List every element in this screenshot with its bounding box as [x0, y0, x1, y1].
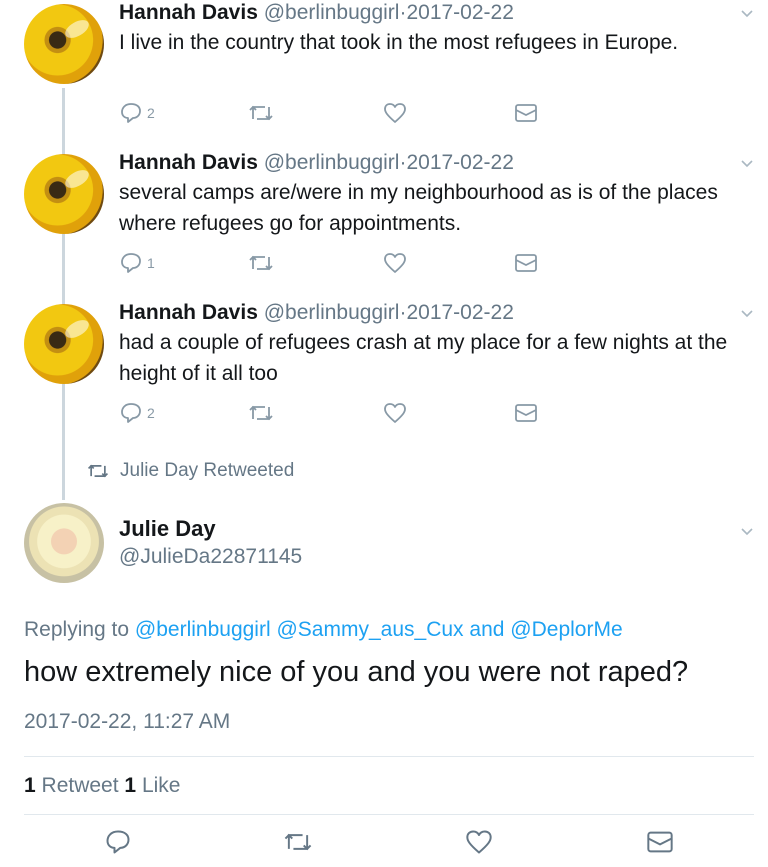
avatar[interactable] — [24, 4, 104, 84]
replying-prefix: Replying to — [24, 618, 130, 641]
retweet-button[interactable] — [247, 102, 275, 124]
chevron-down-icon[interactable] — [740, 156, 754, 170]
envelope-icon — [515, 404, 537, 422]
chevron-down-icon[interactable] — [740, 524, 754, 538]
tweet-header: Hannah Davis @berlinbuggirl·2017-02-22 — [119, 150, 514, 176]
tweet-date[interactable]: 2017-02-22 — [406, 301, 513, 324]
like-count[interactable]: 1 — [124, 774, 136, 797]
tweet-text: I live in the country that took in the m… — [119, 31, 679, 54]
retweet-icon — [249, 405, 273, 421]
avatar[interactable] — [24, 154, 104, 234]
heart-icon — [384, 103, 406, 123]
divider — [24, 756, 754, 757]
tweet-timestamp: 2017-02-22, 11:27 AM — [24, 710, 231, 733]
tweet-actions: 1 — [119, 252, 539, 276]
tweet-actions: 2 — [119, 102, 539, 126]
chevron-down-icon[interactable] — [740, 6, 754, 20]
tweet-actions: 2 — [119, 402, 539, 426]
replying-to: Replying to @berlinbuggirl @Sammy_aus_Cu… — [24, 618, 623, 642]
heart-icon — [384, 403, 406, 423]
retweeted-context[interactable]: Julie Day Retweeted — [86, 460, 294, 482]
retweet-button[interactable] — [282, 828, 314, 856]
chevron-down-icon[interactable] — [740, 306, 754, 320]
thread-tweet-3[interactable]: Hannah Davis @berlinbuggirl·2017-02-22 h… — [0, 298, 768, 438]
retweet-button[interactable] — [247, 252, 275, 274]
dm-button[interactable] — [514, 252, 538, 274]
author-handle[interactable]: @JulieDa22871145 — [119, 545, 302, 569]
reply-mention-link[interactable]: @Sammy_aus_Cux — [276, 618, 463, 641]
tweet-header: Hannah Davis @berlinbuggirl·2017-02-22 — [119, 0, 514, 26]
author-handle[interactable]: @berlinbuggirl — [264, 301, 400, 324]
tweet-date[interactable]: 2017-02-22 — [406, 151, 513, 174]
author-handle[interactable]: @berlinbuggirl — [264, 151, 400, 174]
reply-count: 1 — [147, 255, 155, 271]
heart-icon — [384, 253, 406, 273]
thread-tweet-2[interactable]: Hannah Davis @berlinbuggirl·2017-02-22 s… — [0, 148, 768, 288]
author-name[interactable]: Hannah Davis — [119, 1, 258, 24]
reply-mention-link[interactable]: @berlinbuggirl — [135, 618, 271, 641]
focused-tweet-actions — [0, 828, 768, 862]
avatar[interactable] — [24, 503, 104, 583]
author-name[interactable]: Hannah Davis — [119, 301, 258, 324]
like-button[interactable] — [383, 252, 407, 274]
retweet-icon — [249, 255, 273, 271]
engagement-counts: 1 Retweet 1 Like — [24, 774, 180, 798]
tweet-header: Hannah Davis @berlinbuggirl·2017-02-22 — [119, 300, 514, 326]
like-count-label[interactable]: Like — [142, 774, 181, 797]
reply-button[interactable]: 2 — [119, 102, 155, 124]
dm-button[interactable] — [514, 402, 538, 424]
reply-mention-and: and — [469, 618, 505, 641]
avatar[interactable] — [24, 304, 104, 384]
envelope-icon — [647, 831, 673, 853]
reply-button[interactable]: 1 — [119, 252, 155, 274]
tweet-text: how extremely nice of you and you were n… — [24, 656, 689, 688]
reply-icon — [106, 830, 130, 854]
author-name[interactable]: Hannah Davis — [119, 151, 258, 174]
tweet-text: several camps are/were in my neighbourho… — [119, 181, 718, 235]
retweet-icon — [284, 833, 312, 851]
thread-tweet-1[interactable]: Hannah Davis @berlinbuggirl·2017-02-22 I… — [0, 0, 768, 140]
envelope-icon — [515, 254, 537, 272]
reply-icon — [121, 253, 141, 273]
reply-count: 2 — [147, 405, 155, 421]
dm-button[interactable] — [646, 828, 674, 856]
reply-icon — [121, 103, 141, 123]
retweeted-label: Julie Day Retweeted — [120, 460, 295, 481]
dm-button[interactable] — [514, 102, 538, 124]
divider — [24, 814, 754, 815]
reply-button[interactable]: 2 — [119, 402, 155, 424]
reply-button[interactable] — [104, 828, 132, 856]
reply-count: 2 — [147, 105, 155, 121]
retweet-icon — [249, 105, 273, 121]
retweet-button[interactable] — [247, 402, 275, 424]
retweet-count-label[interactable]: Retweet — [42, 774, 119, 797]
like-button[interactable] — [383, 402, 407, 424]
author-handle[interactable]: @berlinbuggirl — [264, 1, 400, 24]
author-name[interactable]: Julie Day — [119, 516, 216, 542]
reply-mention-link[interactable]: @DeplorMe — [510, 618, 622, 641]
reply-icon — [121, 403, 141, 423]
retweet-count[interactable]: 1 — [24, 774, 36, 797]
heart-icon — [466, 830, 492, 854]
tweet-text: had a couple of refugees crash at my pla… — [119, 331, 728, 385]
like-button[interactable] — [465, 828, 493, 856]
like-button[interactable] — [383, 102, 407, 124]
envelope-icon — [515, 104, 537, 122]
retweet-icon — [87, 464, 109, 478]
tweet-date[interactable]: 2017-02-22 — [406, 1, 513, 24]
